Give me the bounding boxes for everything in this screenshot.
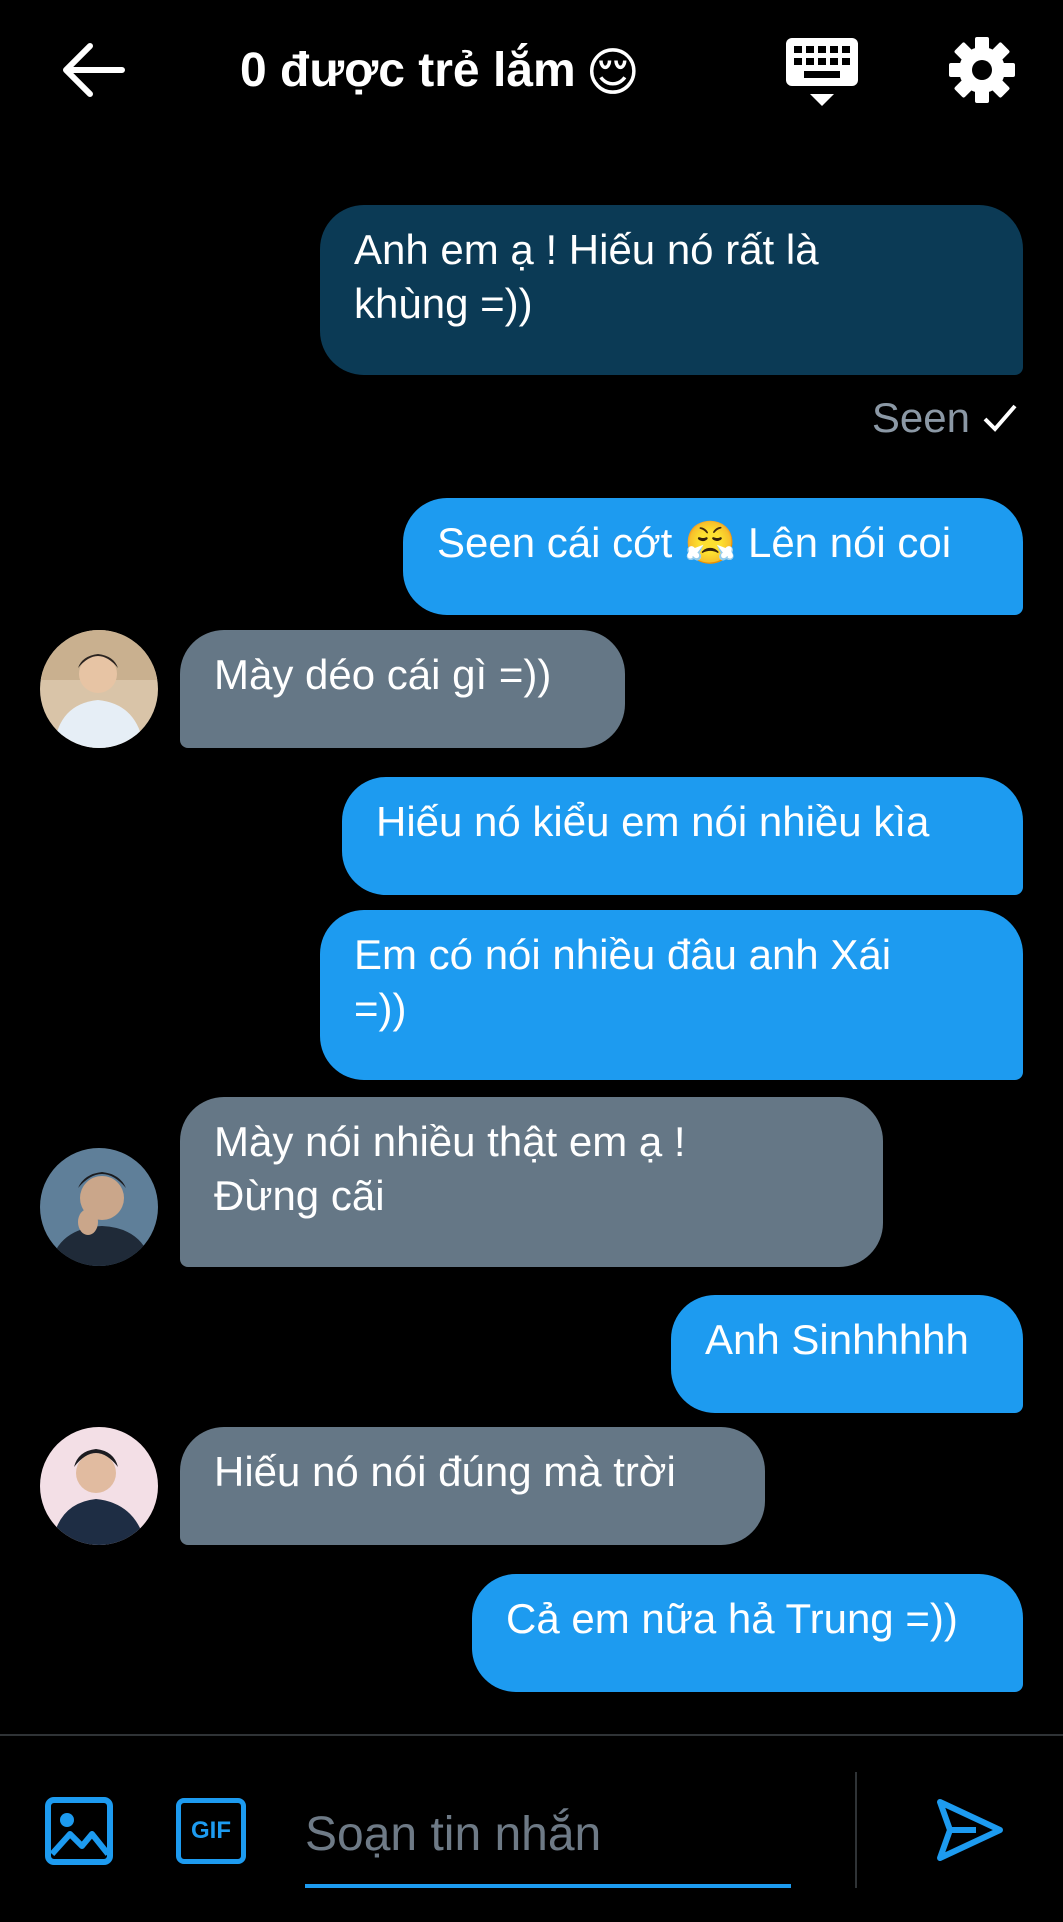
seen-label: Seen bbox=[871, 394, 970, 441]
avatar-photo bbox=[40, 1148, 158, 1266]
divider bbox=[855, 1772, 857, 1888]
avatar-photo bbox=[40, 630, 158, 748]
gif-button[interactable]: GIF bbox=[176, 1798, 246, 1864]
message-bubble-outgoing[interactable]: Anh Sinhhhhh bbox=[671, 1295, 1023, 1413]
message-bubble-incoming[interactable]: Hiếu nó nói đúng mà trời bbox=[180, 1427, 765, 1545]
message-bubble-outgoing[interactable]: Anh em ạ ! Hiếu nó rất là khùng =)) bbox=[320, 205, 1023, 375]
composer-bar: GIF bbox=[0, 1734, 1063, 1922]
message-bubble-outgoing[interactable]: Seen cái cớt 😤 Lên nói coi bbox=[403, 498, 1023, 615]
seen-status: Seen bbox=[872, 390, 1018, 446]
message-bubble-incoming[interactable]: Mày déo cái gì =)) bbox=[180, 630, 625, 748]
avatar[interactable] bbox=[40, 1148, 158, 1266]
message-bubble-outgoing[interactable]: Hiếu nó kiểu em nói nhiều kìa bbox=[342, 777, 1023, 895]
avatar[interactable] bbox=[40, 1427, 158, 1545]
avatar-photo bbox=[40, 1427, 158, 1545]
message-thread: Anh em ạ ! Hiếu nó rất là khùng =)) Seen… bbox=[0, 0, 1063, 1720]
message-bubble-incoming[interactable]: Mày nói nhiều thật em ạ ! Đừng cãi bbox=[180, 1097, 883, 1267]
message-bubble-outgoing[interactable]: Em có nói nhiều đâu anh Xái =)) bbox=[320, 910, 1023, 1080]
message-bubble-outgoing[interactable]: Cả em nữa hả Trung =)) bbox=[472, 1574, 1023, 1692]
check-icon bbox=[983, 404, 1017, 432]
image-icon[interactable] bbox=[44, 1796, 114, 1866]
avatar[interactable] bbox=[40, 630, 158, 748]
message-input[interactable] bbox=[305, 1784, 791, 1888]
send-icon[interactable] bbox=[936, 1798, 1004, 1862]
